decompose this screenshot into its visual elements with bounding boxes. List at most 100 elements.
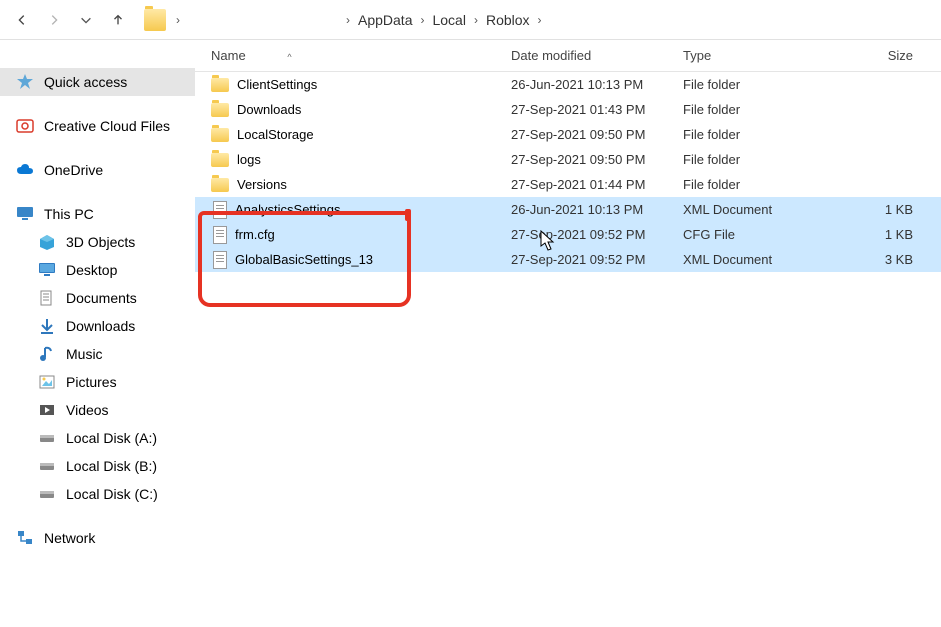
file-row[interactable]: logs27-Sep-2021 09:50 PMFile folder [195, 147, 941, 172]
pictures-icon [38, 373, 56, 391]
sidebar-item-onedrive[interactable]: OneDrive [0, 156, 195, 184]
content-pane: Name ^ Date modified Type Size ClientSet… [195, 40, 941, 627]
file-name: ClientSettings [237, 77, 317, 92]
sidebar-item-music[interactable]: Music [0, 340, 195, 368]
file-name: Downloads [237, 102, 301, 117]
cloud-icon [16, 161, 34, 179]
sidebar-item-label: OneDrive [44, 162, 103, 178]
file-date: 27-Sep-2021 09:52 PM [511, 252, 683, 267]
column-type[interactable]: Type [683, 48, 843, 63]
desktop-icon [38, 261, 56, 279]
file-type: File folder [683, 152, 843, 167]
sidebar-item-label: Quick access [44, 74, 127, 90]
file-name: frm.cfg [235, 227, 275, 242]
sidebar-item-disk-a[interactable]: Local Disk (A:) [0, 424, 195, 452]
file-size: 1 KB [843, 202, 921, 217]
file-type: File folder [683, 77, 843, 92]
address-folder-icon[interactable] [144, 9, 166, 31]
sidebar-item-desktop[interactable]: Desktop [0, 256, 195, 284]
nav-back-button[interactable] [8, 6, 36, 34]
network-icon [16, 529, 34, 547]
sidebar-item-label: Local Disk (B:) [66, 458, 157, 474]
cube-icon [38, 233, 56, 251]
column-name[interactable]: Name ^ [201, 48, 511, 63]
sidebar-item-videos[interactable]: Videos [0, 396, 195, 424]
star-icon [16, 73, 34, 91]
chevron-right-icon: › [474, 13, 478, 27]
file-type: XML Document [683, 202, 843, 217]
file-type: XML Document [683, 252, 843, 267]
documents-icon [38, 289, 56, 307]
creative-cloud-icon [16, 117, 34, 135]
file-date: 27-Sep-2021 09:50 PM [511, 127, 683, 142]
sidebar-item-disk-b[interactable]: Local Disk (B:) [0, 452, 195, 480]
sidebar-item-label: Network [44, 530, 95, 546]
folder-icon [211, 178, 229, 192]
nav-recent-dropdown[interactable] [72, 6, 100, 34]
file-row[interactable]: Downloads27-Sep-2021 01:43 PMFile folder [195, 97, 941, 122]
file-row[interactable]: Versions 27-Sep-2021 01:44 PMFile folder [195, 172, 941, 197]
sidebar-item-label: This PC [44, 206, 94, 222]
file-row[interactable]: AnalysticsSettings26-Jun-2021 10:13 PMXM… [195, 197, 941, 222]
file-row[interactable]: GlobalBasicSettings_13 27-Sep-2021 09:52 … [195, 247, 941, 272]
breadcrumb-item[interactable]: Roblox [484, 8, 532, 32]
sidebar: Quick access Creative Cloud Files OneDri… [0, 40, 195, 627]
nav-up-button[interactable] [104, 6, 132, 34]
sidebar-item-label: Desktop [66, 262, 117, 278]
folder-icon [211, 153, 229, 167]
breadcrumb-item[interactable]: AppData [356, 8, 414, 32]
sidebar-item-label: Documents [66, 290, 137, 306]
folder-icon [211, 128, 229, 142]
chevron-right-icon: › [176, 13, 180, 27]
file-date: 27-Sep-2021 01:44 PM [511, 177, 683, 192]
drive-icon [38, 485, 56, 503]
chevron-right-icon: › [538, 13, 542, 27]
chevron-right-icon: › [346, 13, 350, 27]
videos-icon [38, 401, 56, 419]
file-date: 27-Sep-2021 09:50 PM [511, 152, 683, 167]
file-name: LocalStorage [237, 127, 314, 142]
file-name: Versions [237, 177, 287, 192]
column-date[interactable]: Date modified [511, 48, 683, 63]
breadcrumb-item[interactable]: Local [430, 8, 467, 32]
sidebar-item-this-pc[interactable]: This PC [0, 200, 195, 228]
sidebar-item-label: Music [66, 346, 103, 362]
file-icon [213, 251, 227, 269]
file-row[interactable]: frm.cfg27-Sep-2021 09:52 PMCFG File1 KB [195, 222, 941, 247]
sidebar-item-label: Videos [66, 402, 109, 418]
breadcrumb: › AppData › Local › Roblox › [340, 8, 548, 32]
sidebar-item-documents[interactable]: Documents [0, 284, 195, 312]
music-note-icon [38, 345, 56, 363]
sidebar-item-3d-objects[interactable]: 3D Objects [0, 228, 195, 256]
chevron-right-icon: › [420, 13, 424, 27]
drive-icon [38, 457, 56, 475]
sidebar-item-creative-cloud[interactable]: Creative Cloud Files [0, 112, 195, 140]
sidebar-item-label: 3D Objects [66, 234, 135, 250]
file-row[interactable]: LocalStorage 27-Sep-2021 09:50 PMFile fol… [195, 122, 941, 147]
file-size: 3 KB [843, 252, 921, 267]
sidebar-item-quick-access[interactable]: Quick access [0, 68, 195, 96]
sidebar-item-pictures[interactable]: Pictures [0, 368, 195, 396]
file-type: File folder [683, 127, 843, 142]
file-row[interactable]: ClientSettings 26-Jun-2021 10:13 PMFile f… [195, 72, 941, 97]
file-date: 26-Jun-2021 10:13 PM [511, 77, 683, 92]
file-date: 26-Jun-2021 10:13 PM [511, 202, 683, 217]
sort-indicator-icon: ^ [287, 52, 291, 62]
file-date: 27-Sep-2021 09:52 PM [511, 227, 683, 242]
sidebar-item-downloads[interactable]: Downloads [0, 312, 195, 340]
file-name: GlobalBasicSettings_13 [235, 252, 373, 267]
file-date: 27-Sep-2021 01:43 PM [511, 102, 683, 117]
sidebar-item-label: Creative Cloud Files [44, 118, 170, 134]
sidebar-item-label: Pictures [66, 374, 117, 390]
file-type: File folder [683, 177, 843, 192]
file-size: 1 KB [843, 227, 921, 242]
sidebar-item-label: Downloads [66, 318, 135, 334]
file-icon [213, 201, 227, 219]
file-list[interactable]: ClientSettings26-Jun-2021 10:13 PMFile f… [195, 72, 941, 627]
sidebar-item-network[interactable]: Network [0, 524, 195, 552]
column-size[interactable]: Size [843, 48, 921, 63]
drive-icon [38, 429, 56, 447]
sidebar-item-disk-c[interactable]: Local Disk (C:) [0, 480, 195, 508]
nav-forward-button[interactable] [40, 6, 68, 34]
toolbar: › › AppData › Local › Roblox › [0, 0, 941, 40]
